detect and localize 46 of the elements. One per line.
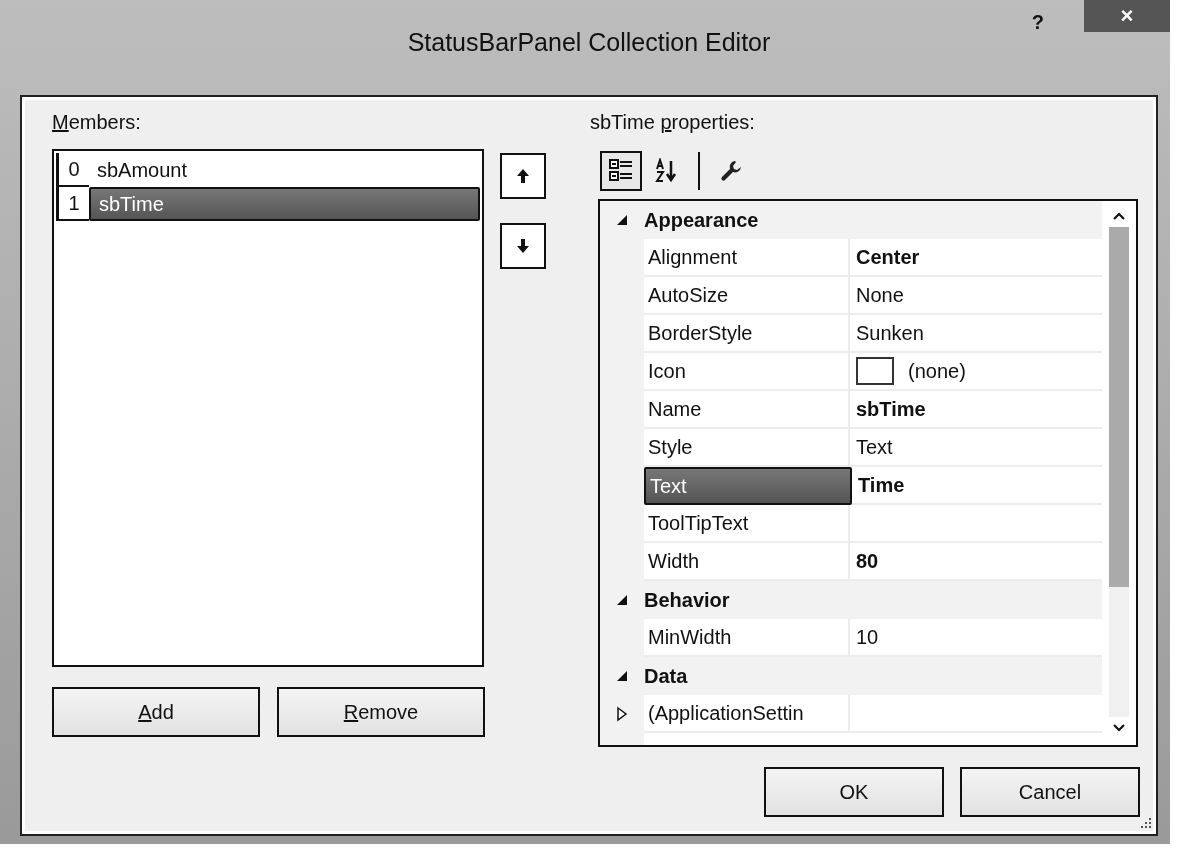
property-value[interactable]: Center bbox=[856, 245, 920, 269]
collapse-triangle-icon bbox=[616, 670, 628, 682]
property-name[interactable]: Alignment bbox=[644, 239, 850, 277]
property-name[interactable]: AutoSize bbox=[644, 277, 850, 315]
collapse-triangle-icon bbox=[616, 214, 628, 226]
scroll-up-icon[interactable] bbox=[1112, 211, 1126, 221]
remove-button[interactable]: Remove bbox=[277, 687, 485, 737]
property-value[interactable]: 10 bbox=[856, 625, 879, 649]
close-button[interactable]: × bbox=[1084, 0, 1170, 32]
window-title: StatusBarPanel Collection Editor bbox=[407, 28, 771, 57]
property-name[interactable]: Icon bbox=[644, 353, 850, 391]
move-up-button[interactable] bbox=[500, 153, 546, 199]
collapse-triangle-icon bbox=[616, 594, 628, 606]
property-value[interactable]: Text bbox=[856, 435, 893, 459]
move-down-button[interactable] bbox=[500, 223, 546, 269]
down-arrow-icon bbox=[516, 238, 530, 254]
add-button[interactable]: Add bbox=[52, 687, 260, 737]
property-name[interactable]: BorderStyle bbox=[644, 315, 850, 353]
expand-triangle-icon[interactable] bbox=[616, 706, 628, 722]
property-name[interactable]: (ApplicationSettin bbox=[644, 695, 850, 733]
up-arrow-icon bbox=[516, 168, 530, 184]
ok-button[interactable]: OK bbox=[764, 767, 944, 817]
icon-preview-swatch bbox=[856, 357, 894, 385]
cancel-button[interactable]: Cancel bbox=[960, 767, 1140, 817]
index-label: 1 bbox=[56, 187, 89, 221]
property-value[interactable]: Sunken bbox=[856, 321, 924, 345]
resize-grip-icon[interactable] bbox=[1138, 816, 1152, 830]
property-name[interactable]: Text bbox=[644, 467, 852, 505]
categorized-button[interactable] bbox=[600, 151, 642, 191]
property-value[interactable]: None bbox=[856, 283, 904, 307]
properties-label: sbTime properties: bbox=[590, 111, 756, 135]
property-value[interactable]: Time bbox=[858, 473, 905, 497]
member-item[interactable]: sbTime bbox=[89, 187, 480, 221]
property-value[interactable]: (none) bbox=[908, 359, 966, 383]
scrollbar-thumb[interactable] bbox=[1109, 227, 1129, 587]
property-name[interactable]: ToolTipText bbox=[644, 505, 850, 543]
member-item[interactable]: sbAmount bbox=[89, 153, 480, 187]
help-button[interactable]: ? bbox=[1025, 10, 1050, 35]
index-label: 0 bbox=[56, 153, 89, 187]
categorized-list-icon bbox=[608, 158, 634, 184]
property-value[interactable]: 80 bbox=[856, 549, 879, 573]
property-name[interactable]: Name bbox=[644, 391, 850, 429]
members-label: Members: bbox=[52, 111, 142, 135]
scroll-down-icon[interactable] bbox=[1112, 723, 1126, 733]
property-value[interactable]: sbTime bbox=[856, 397, 926, 421]
wrench-icon bbox=[719, 159, 743, 183]
